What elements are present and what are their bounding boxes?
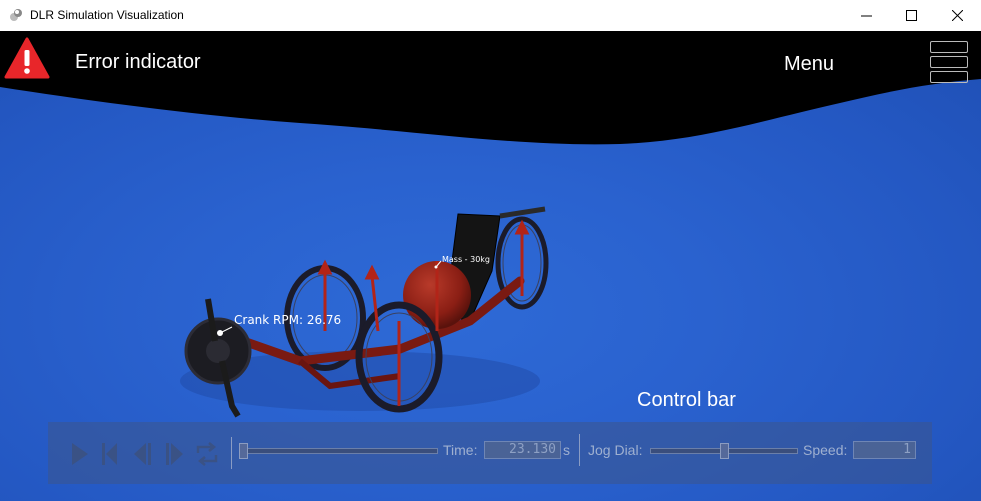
loop-icon[interactable] [194,441,220,467]
close-icon [951,10,963,21]
frame-forward-icon[interactable] [164,441,186,467]
window-title: DLR Simulation Visualization [30,8,184,22]
time-unit: s [563,442,570,458]
jog-dial-thumb[interactable] [720,443,729,459]
jog-dial-label: Jog Dial: [588,442,643,458]
close-button[interactable] [934,0,980,31]
simulation-viewport[interactable]: Error indicator Menu Crank RPM: 26.76 Ma… [0,31,981,501]
play-icon[interactable] [70,441,90,467]
frame-back-icon[interactable] [132,441,154,467]
time-slider-thumb[interactable] [239,443,248,459]
minimize-button[interactable] [843,0,889,31]
divider [231,437,232,469]
speed-input[interactable]: 1 [853,441,916,459]
app-icon [10,9,22,21]
mass-label: Mass - 30kg [442,255,490,264]
time-slider-track[interactable] [240,448,438,454]
window-titlebar: DLR Simulation Visualization [0,0,981,32]
control-bar-label: Control bar [637,389,736,411]
maximize-button[interactable] [888,0,934,31]
minimize-icon [860,15,872,17]
control-bar: Time: 23.130 s Jog Dial: Speed: 1 [48,422,932,484]
crank-rpm-label: Crank RPM: 26.76 [234,313,341,327]
divider [579,434,580,466]
time-input[interactable]: 23.130 [484,441,561,459]
speed-label: Speed: [803,442,848,458]
maximize-icon [905,10,917,21]
time-label: Time: [443,442,478,458]
step-back-icon[interactable] [100,441,120,467]
